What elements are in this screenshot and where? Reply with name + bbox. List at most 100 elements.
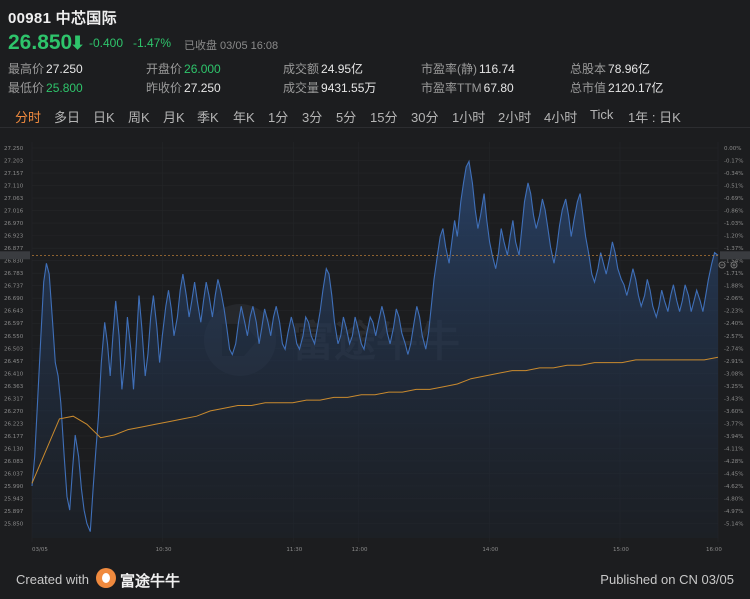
y-tick-label-right: -3.94% — [724, 434, 743, 440]
y-tick-label-left: 25.990 — [4, 484, 24, 490]
tab-4hour[interactable]: 4小时 — [544, 107, 577, 126]
y-tick-label-right: -5.14% — [724, 522, 743, 528]
y-tick-label-right: -1.03% — [724, 221, 743, 227]
tab-1hour[interactable]: 1小时 — [452, 107, 485, 126]
y-tick-label-left: 26.970 — [4, 221, 24, 227]
y-tick-label-right: -1.37% — [724, 246, 743, 252]
tab-intraday[interactable]: 分时 — [15, 107, 41, 126]
tab-15min[interactable]: 15分 — [370, 107, 397, 126]
tab-3min[interactable]: 3分 — [302, 107, 322, 126]
y-tick-label-left: 27.063 — [4, 196, 24, 202]
last-price: 26.850 — [8, 31, 73, 54]
y-tick-label-right: -3.08% — [724, 371, 743, 377]
stat-prev-close: 昨收价 27.250 — [146, 81, 221, 95]
stat-market-cap: 总市值 2120.17亿 — [570, 81, 664, 95]
y-tick-label-left: 26.363 — [4, 384, 24, 390]
stat-turnover: 成交额 24.95亿 — [283, 62, 364, 76]
stat-pe-ttm: 市盈率TTM 67.80 — [421, 81, 514, 95]
y-tick-label-left: 26.503 — [4, 346, 24, 352]
x-tick-label: 14:00 — [482, 547, 498, 553]
price-area — [32, 161, 718, 538]
y-tick-label-right: -2.06% — [724, 296, 743, 302]
y-tick-label-right: -0.17% — [724, 159, 743, 165]
y-tick-label-left: 25.897 — [4, 509, 24, 515]
stat-low: 最低价 25.800 — [8, 81, 83, 95]
stat-volume: 成交量 9431.55万 — [283, 81, 377, 95]
y-tick-label-right: -0.86% — [724, 209, 743, 215]
y-tick-label-left: 26.830 — [4, 259, 24, 265]
y-tick-label-right: -3.25% — [724, 384, 743, 390]
y-tick-label-right: -2.57% — [724, 334, 743, 340]
y-tick-label-left: 27.250 — [4, 146, 24, 152]
tab-2hour[interactable]: 2小时 — [498, 107, 531, 126]
x-tick-label: 03/05 — [32, 547, 48, 553]
tab-week-k[interactable]: 周K — [128, 107, 150, 126]
x-tick-label: 10:30 — [156, 547, 172, 553]
y-tick-label-left: 26.177 — [4, 434, 24, 440]
tab-year-k[interactable]: 年K — [233, 107, 255, 126]
y-tick-label-left: 26.550 — [4, 334, 24, 340]
y-tick-label-left: 27.110 — [4, 184, 24, 190]
y-tick-label-right: 0.00% — [724, 146, 741, 152]
tab-day-k[interactable]: 日K — [93, 107, 115, 126]
y-tick-label-left: 27.203 — [4, 159, 24, 165]
y-tick-label-right: -4.45% — [724, 471, 743, 477]
published-date: Published on CN 03/05 — [600, 572, 734, 587]
down-arrow-icon: ⬇ — [70, 33, 86, 53]
y-tick-label-right: -1.88% — [724, 284, 743, 290]
tab-quarter-k[interactable]: 季K — [197, 107, 219, 126]
footer-brand: 富途牛牛 — [120, 573, 181, 590]
tab-multi-day[interactable]: 多日 — [54, 107, 80, 126]
y-tick-label-right: -2.40% — [724, 321, 743, 327]
y-tick-label-right: -3.77% — [724, 421, 743, 427]
y-tick-label-left: 26.457 — [4, 359, 24, 365]
stat-total-shares: 总股本 78.96亿 — [570, 62, 651, 76]
y-tick-label-right: -0.34% — [724, 171, 743, 177]
y-tick-label-left: 25.943 — [4, 496, 24, 502]
tab-tick[interactable]: Tick — [590, 107, 613, 122]
y-tick-label-left: 26.223 — [4, 421, 24, 427]
quote-header: 00981 中芯国际 26.850 ⬇ -0.400 -1.47% 已收盘 03… — [0, 0, 750, 100]
tab-5min[interactable]: 5分 — [336, 107, 356, 126]
y-tick-label-right: -3.60% — [724, 409, 743, 415]
tab-1min[interactable]: 1分 — [268, 107, 288, 126]
stat-open: 开盘价 26.000 — [146, 62, 221, 76]
y-tick-label-right: -4.62% — [724, 484, 743, 490]
tab-month-k[interactable]: 月K — [163, 107, 185, 126]
price-change: -0.400 — [89, 36, 124, 50]
x-tick-label: 11:30 — [286, 547, 302, 553]
last-price-marker-left — [0, 251, 30, 260]
price-change-pct: -1.47% — [133, 36, 172, 50]
tab-1year-day-k[interactable]: 1年 : 日K — [628, 107, 681, 126]
y-tick-label-left: 26.130 — [4, 446, 24, 452]
y-tick-label-left: 26.597 — [4, 321, 24, 327]
market-status: 已收盘 03/05 16:08 — [184, 40, 279, 52]
y-tick-label-right: -2.74% — [724, 346, 743, 352]
stock-title: 00981 中芯国际 — [8, 10, 117, 27]
expand-icon[interactable] — [718, 259, 742, 271]
y-tick-label-left: 26.317 — [4, 396, 24, 402]
y-tick-label-right: -2.91% — [724, 359, 743, 365]
y-tick-label-left: 26.037 — [4, 471, 24, 477]
y-tick-label-right: -1.71% — [724, 271, 743, 277]
y-tick-label-left: 26.737 — [4, 284, 24, 290]
y-tick-label-left: 26.270 — [4, 409, 24, 415]
y-tick-label-right: -4.28% — [724, 459, 743, 465]
y-tick-label-right: -0.69% — [724, 196, 743, 202]
footer: Created with 富途牛牛 Published on CN 03/05 — [0, 560, 750, 599]
y-tick-label-right: -3.43% — [724, 396, 743, 402]
y-tick-label-left: 27.016 — [4, 209, 24, 215]
y-tick-label-left: 26.643 — [4, 309, 24, 315]
intraday-chart: 富途牛牛 27.25027.20327.15727.11027.06327.01… — [0, 128, 750, 560]
x-tick-label: 12:00 — [352, 547, 368, 553]
tab-30min[interactable]: 30分 — [411, 107, 438, 126]
y-tick-label-left: 25.850 — [4, 522, 24, 528]
y-tick-label-left: 26.877 — [4, 246, 24, 252]
y-tick-label-left: 26.783 — [4, 271, 24, 277]
intraday-chart-svg: 富途牛牛 27.25027.20327.15727.11027.06327.01… — [0, 142, 750, 553]
y-tick-label-right: -4.97% — [724, 509, 743, 515]
created-with-label: Created with — [16, 572, 89, 587]
y-tick-label-right: -1.20% — [724, 234, 743, 240]
period-tabs: 分时 多日 日K 周K 月K 季K 年K 1分 3分 5分 15分 30分 1小… — [0, 103, 750, 127]
y-tick-label-right: -4.80% — [724, 496, 743, 502]
